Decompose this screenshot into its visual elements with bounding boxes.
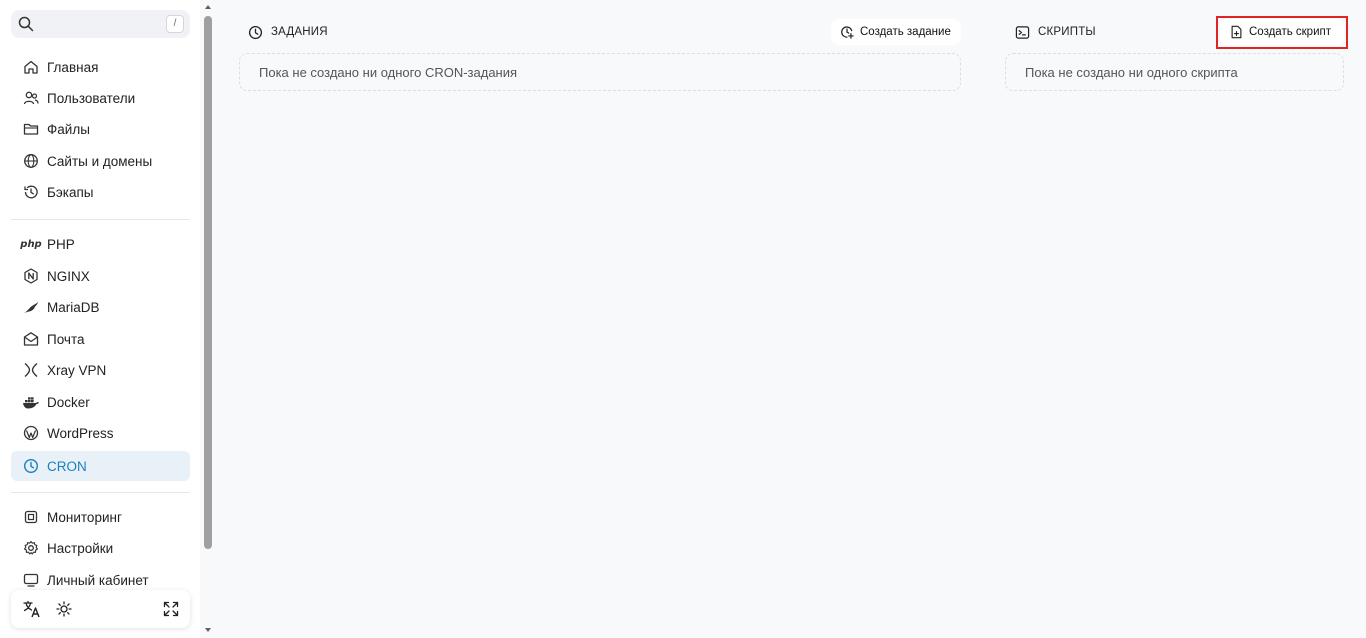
- globe-icon: [22, 152, 40, 170]
- mariadb-icon: [22, 298, 40, 316]
- sidebar-item-label: WordPress: [47, 425, 114, 441]
- xray-icon: [22, 361, 40, 379]
- sidebar-item-label: Пользователи: [47, 90, 136, 106]
- sidebar-divider: [11, 219, 190, 220]
- sidebar-item-backups[interactable]: Бэкапы: [11, 177, 190, 207]
- sidebar-item-mariadb[interactable]: MariaDB: [11, 292, 190, 322]
- wordpress-icon: [22, 424, 40, 442]
- users-icon: [22, 89, 40, 107]
- mail-icon: [22, 330, 40, 348]
- sidebar-item-sites[interactable]: Сайты и домены: [11, 146, 190, 176]
- sidebar: / Главная Пользователи Файлы Сайты и дом…: [0, 0, 200, 638]
- scripts-header: СКРИПТЫ: [1014, 24, 1096, 40]
- sidebar-item-label: Бэкапы: [47, 184, 94, 200]
- create-task-label: Создать задание: [860, 26, 951, 38]
- sidebar-toolbar: [11, 590, 190, 628]
- sidebar-item-label: PHP: [47, 236, 75, 252]
- clock-icon: [22, 457, 40, 475]
- scripts-empty-state: Пока не создано ни одного скрипта: [1005, 53, 1344, 91]
- translate-icon[interactable]: [22, 599, 42, 619]
- sidebar-item-label: Почта: [47, 331, 85, 347]
- sidebar-scrollbar[interactable]: [203, 0, 213, 638]
- sidebar-item-docker[interactable]: Docker: [11, 387, 190, 417]
- docker-icon: [22, 393, 40, 411]
- scroll-up-icon[interactable]: [204, 3, 212, 11]
- tasks-empty-state: Пока не создано ни одного CRON-задания: [239, 53, 961, 91]
- sidebar-item-label: Мониторинг: [47, 509, 122, 525]
- shortcut-hint: /: [166, 15, 184, 33]
- sidebar-item-label: Файлы: [47, 121, 90, 137]
- fullscreen-icon[interactable]: [161, 599, 181, 619]
- sidebar-item-label: Настройки: [47, 540, 114, 556]
- monitor-icon: [22, 571, 40, 589]
- sidebar-item-xray[interactable]: Xray VPN: [11, 355, 190, 385]
- tasks-title: ЗАДАНИЯ: [271, 26, 328, 38]
- terminal-icon: [1014, 24, 1030, 40]
- clock-plus-icon: [840, 25, 854, 39]
- sidebar-item-cron[interactable]: CRON: [11, 451, 190, 481]
- nginx-icon: [22, 267, 40, 285]
- sidebar-item-files[interactable]: Файлы: [11, 114, 190, 144]
- tasks-header: ЗАДАНИЯ: [247, 24, 328, 40]
- folder-icon: [22, 120, 40, 138]
- gear-icon: [22, 539, 40, 557]
- sidebar-item-label: Xray VPN: [47, 362, 107, 378]
- sidebar-item-label: CRON: [47, 458, 87, 474]
- sidebar-item-php[interactable]: php PHP: [11, 229, 190, 259]
- create-script-button[interactable]: Создать скрипт: [1220, 19, 1344, 45]
- clock-icon: [247, 24, 263, 40]
- sidebar-item-home[interactable]: Главная: [11, 52, 190, 82]
- sidebar-divider: [11, 492, 190, 493]
- sidebar-item-monitoring[interactable]: Мониторинг: [11, 502, 190, 532]
- create-script-label: Создать скрипт: [1249, 26, 1331, 38]
- search-input[interactable]: /: [11, 10, 190, 38]
- scripts-empty-text: Пока не создано ни одного скрипта: [1025, 64, 1238, 80]
- sidebar-item-wordpress[interactable]: WordPress: [11, 418, 190, 448]
- create-task-button[interactable]: Создать задание: [831, 19, 961, 45]
- scroll-down-icon[interactable]: [204, 626, 212, 634]
- home-icon: [22, 58, 40, 76]
- scrollbar-thumb[interactable]: [204, 16, 212, 549]
- sidebar-item-settings[interactable]: Настройки: [11, 533, 190, 563]
- history-icon: [22, 183, 40, 201]
- search-icon: [18, 16, 34, 32]
- sidebar-item-label: Docker: [47, 394, 90, 410]
- cpu-icon: [22, 508, 40, 526]
- sidebar-item-label: Главная: [47, 59, 99, 75]
- sidebar-item-label: MariaDB: [47, 299, 100, 315]
- file-plus-icon: [1229, 25, 1243, 39]
- sidebar-item-nginx[interactable]: NGINX: [11, 261, 190, 291]
- php-icon: php: [20, 238, 42, 250]
- sidebar-item-mail[interactable]: Почта: [11, 324, 190, 354]
- tasks-empty-text: Пока не создано ни одного CRON-задания: [259, 64, 518, 80]
- sidebar-item-users[interactable]: Пользователи: [11, 83, 190, 113]
- sidebar-item-label: Сайты и домены: [47, 153, 153, 169]
- scripts-title: СКРИПТЫ: [1038, 26, 1096, 38]
- sun-icon[interactable]: [54, 599, 74, 619]
- sidebar-item-label: Личный кабинет: [47, 572, 149, 588]
- sidebar-item-label: NGINX: [47, 268, 90, 284]
